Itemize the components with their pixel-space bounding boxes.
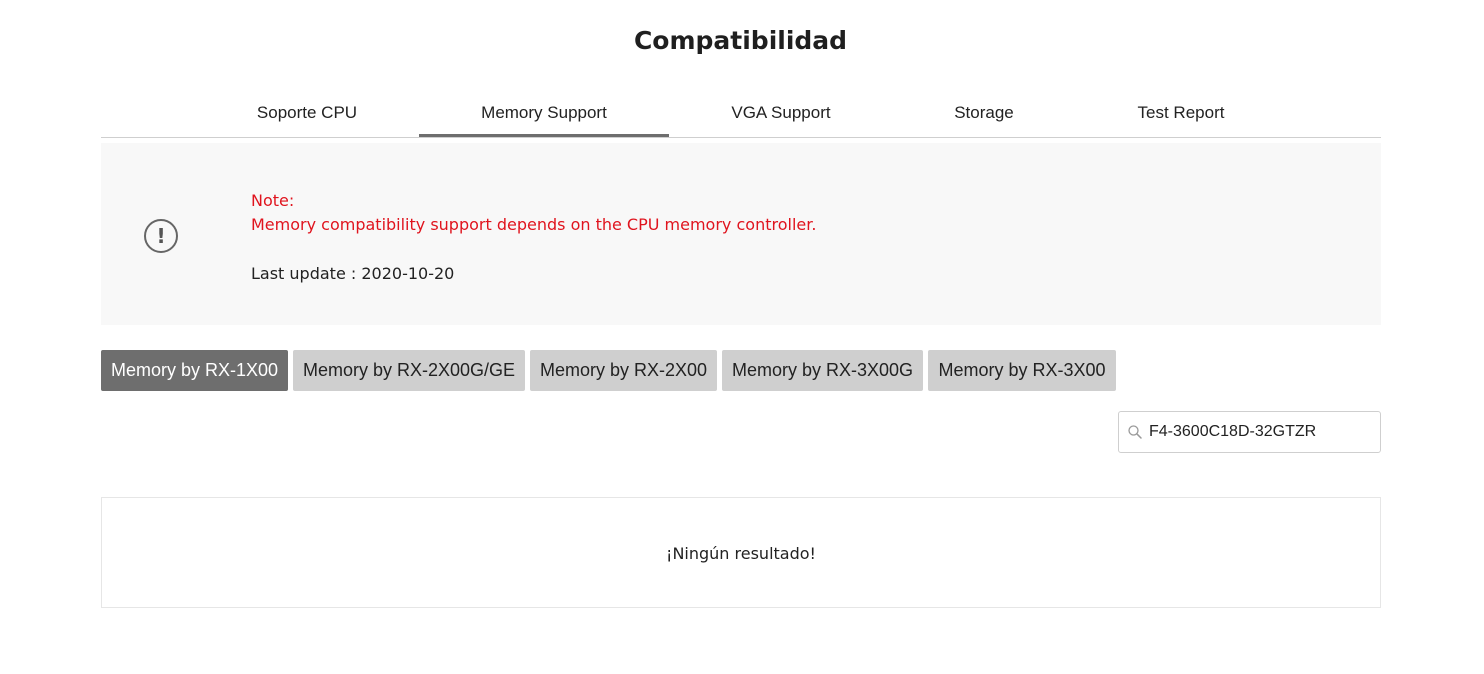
category-tab-bar: Soporte CPU Memory Support VGA Support S… bbox=[101, 90, 1381, 138]
exclamation-circle-icon: ! bbox=[144, 219, 178, 253]
tab-vga-support[interactable]: VGA Support bbox=[681, 90, 881, 136]
note-heading: Note: bbox=[251, 191, 295, 210]
tab-storage[interactable]: Storage bbox=[904, 90, 1064, 136]
note-panel: ! Note: Memory compatibility support dep… bbox=[101, 143, 1381, 325]
no-results-message: ¡Ningún resultado! bbox=[666, 544, 816, 563]
page-title: Compatibilidad bbox=[633, 26, 848, 55]
results-panel: ¡Ningún resultado! bbox=[101, 497, 1381, 608]
last-update: Last update : 2020-10-20 bbox=[251, 264, 455, 283]
memory-tab-rx-3x00[interactable]: Memory by RX-3X00 bbox=[928, 350, 1116, 391]
memory-tab-rx-2x00[interactable]: Memory by RX-2X00 bbox=[530, 350, 717, 391]
tab-memory-support[interactable]: Memory Support bbox=[419, 90, 669, 137]
memory-tab-rx-1x00[interactable]: Memory by RX-1X00 bbox=[101, 350, 288, 391]
memory-tab-rx-3x00g[interactable]: Memory by RX-3X00G bbox=[722, 350, 923, 391]
memory-tab-rx-2x00g-ge[interactable]: Memory by RX-2X00G/GE bbox=[293, 350, 525, 391]
tab-soporte-cpu[interactable]: Soporte CPU bbox=[207, 90, 407, 136]
tab-test-report[interactable]: Test Report bbox=[1101, 90, 1261, 136]
search-box[interactable] bbox=[1118, 411, 1381, 453]
note-text: Note: Memory compatibility support depen… bbox=[251, 189, 816, 286]
search-input[interactable] bbox=[1149, 412, 1374, 452]
search-icon bbox=[1128, 425, 1142, 439]
note-message: Memory compatibility support depends on … bbox=[251, 215, 817, 234]
